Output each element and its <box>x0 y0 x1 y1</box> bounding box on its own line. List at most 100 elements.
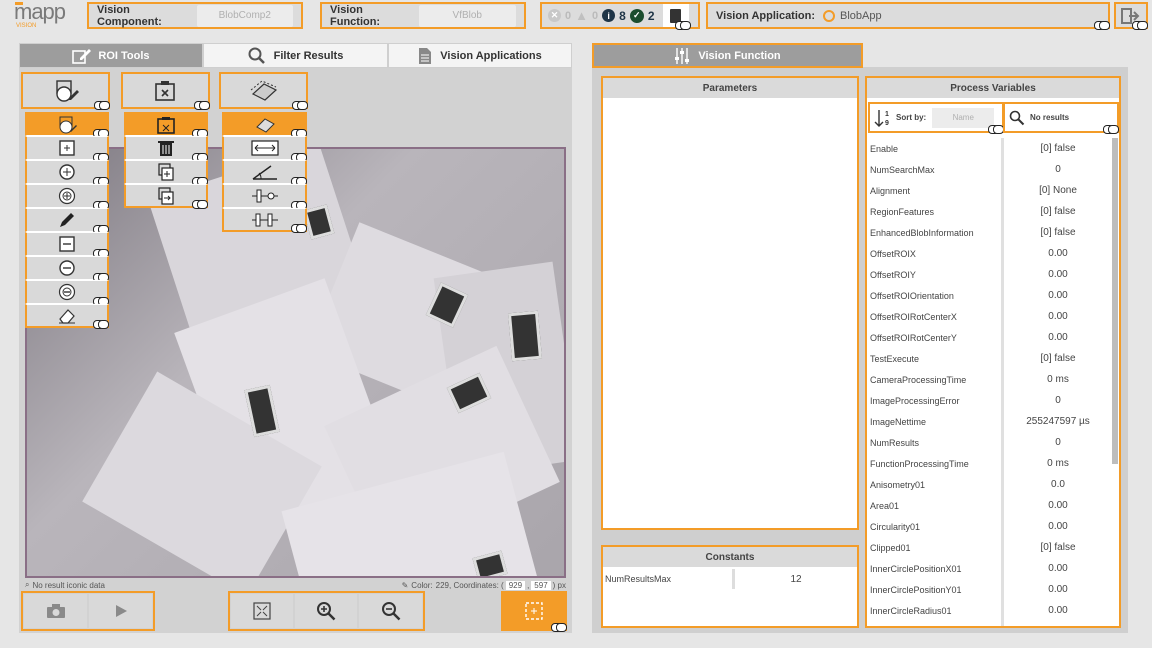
variable-value[interactable]: 0.00 <box>1004 558 1112 579</box>
menu-item-eraser[interactable] <box>25 304 109 329</box>
rotate-icon <box>252 165 277 180</box>
menu-item-slider-alt[interactable] <box>222 208 307 233</box>
roi-select-button[interactable] <box>501 591 567 632</box>
vision-function-label: Vision Function: <box>330 3 381 28</box>
variable-value[interactable]: 0.00 <box>1004 600 1112 621</box>
variable-value[interactable]: 0.00 <box>1004 285 1112 306</box>
variable-value[interactable]: [0] false <box>1004 537 1112 558</box>
menu-item-transform[interactable] <box>222 112 307 138</box>
menu-item-copy-add[interactable] <box>124 160 208 186</box>
variable-value[interactable]: 0.00 <box>1004 327 1112 348</box>
table-row[interactable]: OffsetROIRotCenterX 0.00 <box>867 306 1117 327</box>
vision-function-value[interactable]: VfBlob <box>418 4 516 27</box>
zoom-out-button[interactable] <box>359 594 422 628</box>
vision-function-selector[interactable]: Vision Function: VfBlob <box>320 2 526 29</box>
menu-item-slider[interactable] <box>222 184 307 210</box>
menu-item-pencil[interactable] <box>25 208 109 234</box>
variables-list[interactable]: Enable [0] false NumSearchMax 0 Alignment [0]… <box>867 138 1119 626</box>
table-row[interactable]: OffsetROIY 0.00 <box>867 264 1117 285</box>
logout-button[interactable] <box>1114 2 1148 30</box>
error-count: 0 <box>565 9 572 22</box>
sort-control[interactable]: 19 Sort by: Name <box>868 102 1004 134</box>
vision-component-value[interactable]: BlobComp2 <box>196 4 293 27</box>
variable-value[interactable]: [0] false <box>1004 138 1112 159</box>
menu-item-rectangle[interactable] <box>25 136 109 162</box>
table-row[interactable]: OffsetROIOrientation 0.00 <box>867 285 1117 306</box>
variable-value[interactable]: 0.00 <box>1004 495 1112 516</box>
zoom-in-button[interactable] <box>295 594 357 628</box>
variable-value[interactable]: 255247597 µs <box>1004 411 1112 432</box>
variable-value[interactable]: 0 <box>1004 159 1112 180</box>
tab-vision-function[interactable]: Vision Function <box>592 43 863 68</box>
table-row[interactable]: Area01 0.00 <box>867 495 1117 516</box>
fit-to-window-button[interactable] <box>231 594 293 628</box>
search-status: No results <box>1030 113 1070 122</box>
zoom-out-icon <box>381 602 400 621</box>
table-row[interactable]: InnerCircleRadius01 0.00 <box>867 600 1117 621</box>
table-row[interactable]: EnhancedBlobInformation [0] false <box>867 222 1117 243</box>
table-row[interactable]: Circularity01 0.00 <box>867 516 1117 537</box>
tab-vision-applications[interactable]: Vision Applications <box>388 43 572 68</box>
variable-value[interactable]: 0.00 <box>1004 243 1112 264</box>
table-row[interactable]: ImageNettime 255247597 µs <box>867 411 1117 432</box>
capture-button[interactable] <box>24 594 87 628</box>
menu-item-circle[interactable] <box>25 160 109 186</box>
variable-value[interactable]: 0.00 <box>1004 306 1112 327</box>
status-bar[interactable]: ✕ 0 ▲ 0 i 8 ✓ 2 <box>540 2 700 30</box>
table-row[interactable]: Clipped01 [0] false <box>867 537 1117 558</box>
menu-item-rotate[interactable] <box>222 160 307 186</box>
vision-application-selector[interactable]: Vision Application: BlobApp <box>706 2 1110 30</box>
variable-value[interactable]: 0 <box>1004 390 1112 411</box>
search-control[interactable]: No results <box>1003 102 1119 134</box>
table-row[interactable]: NumResults 0 <box>867 432 1117 453</box>
menu-item-add-roi[interactable] <box>25 112 109 138</box>
constant-value[interactable]: 12 <box>735 569 857 589</box>
log-button[interactable] <box>662 4 691 30</box>
variable-value[interactable]: [0] false <box>1004 222 1112 243</box>
table-row[interactable]: Alignment [0] None <box>867 180 1117 201</box>
menu-item-delete[interactable] <box>124 136 208 162</box>
menu-item-clipboard[interactable] <box>124 112 208 138</box>
menu-item-ring-subtract[interactable] <box>25 280 109 306</box>
transform-group-button[interactable] <box>219 72 308 110</box>
variable-name: OffsetROIY <box>870 269 916 280</box>
table-row[interactable]: OffsetROIRotCenterY 0.00 <box>867 327 1117 348</box>
copy-move-icon <box>158 186 174 205</box>
table-row[interactable]: Enable [0] false <box>867 138 1117 159</box>
table-row[interactable]: TestExecute [0] false <box>867 348 1117 369</box>
fit-icon <box>253 602 271 620</box>
variable-value[interactable]: 0.0 <box>1004 474 1112 495</box>
table-row[interactable]: NumSearchMax 0 <box>867 159 1117 180</box>
variable-value[interactable]: [0] false <box>1004 201 1112 222</box>
coordinates-label: Coordinates: ( <box>453 580 504 590</box>
table-row[interactable]: Anisometry01 0.0 <box>867 474 1117 495</box>
table-row[interactable]: CameraProcessingTime 0 ms <box>867 369 1117 390</box>
play-button[interactable] <box>89 594 152 628</box>
variable-value[interactable]: 0.00 <box>1004 579 1112 600</box>
tab-filter-results[interactable]: Filter Results <box>203 43 388 68</box>
variable-value[interactable]: [0] None <box>1004 180 1112 201</box>
variable-value[interactable]: [0] false <box>1004 348 1112 369</box>
table-row[interactable]: OffsetROIX 0.00 <box>867 243 1117 264</box>
variable-value[interactable]: 0.00 <box>1004 264 1112 285</box>
table-row[interactable]: RegionFeatures [0] false <box>867 201 1117 222</box>
variable-value[interactable]: 0.00 <box>1004 516 1112 537</box>
tab-roi-tools[interactable]: ROI Tools <box>19 43 203 68</box>
delete-copy-group-button[interactable] <box>121 72 210 110</box>
variable-value[interactable]: 0 ms <box>1004 369 1112 390</box>
menu-item-resize[interactable] <box>222 136 307 162</box>
variable-value[interactable]: 0 <box>1004 432 1112 453</box>
menu-item-copy-move[interactable] <box>124 184 208 209</box>
menu-item-ring[interactable] <box>25 184 109 210</box>
table-row[interactable]: ImageProcessingError 0 <box>867 390 1117 411</box>
table-row[interactable]: InnerCirclePositionY01 0.00 <box>867 579 1117 600</box>
table-row[interactable]: InnerCirclePositionX01 0.00 <box>867 558 1117 579</box>
table-row[interactable]: NumResultsMax 12 <box>603 569 857 589</box>
table-row[interactable]: FunctionProcessingTime 0 ms <box>867 453 1117 474</box>
vision-component-selector[interactable]: Vision Component: BlobComp2 <box>87 2 303 29</box>
menu-item-circle-subtract[interactable] <box>25 256 109 282</box>
variable-value[interactable]: 0 ms <box>1004 453 1112 474</box>
sort-value[interactable]: Name <box>932 107 995 128</box>
roi-shapes-group-button[interactable] <box>21 72 110 110</box>
menu-item-rect-subtract[interactable] <box>25 232 109 258</box>
